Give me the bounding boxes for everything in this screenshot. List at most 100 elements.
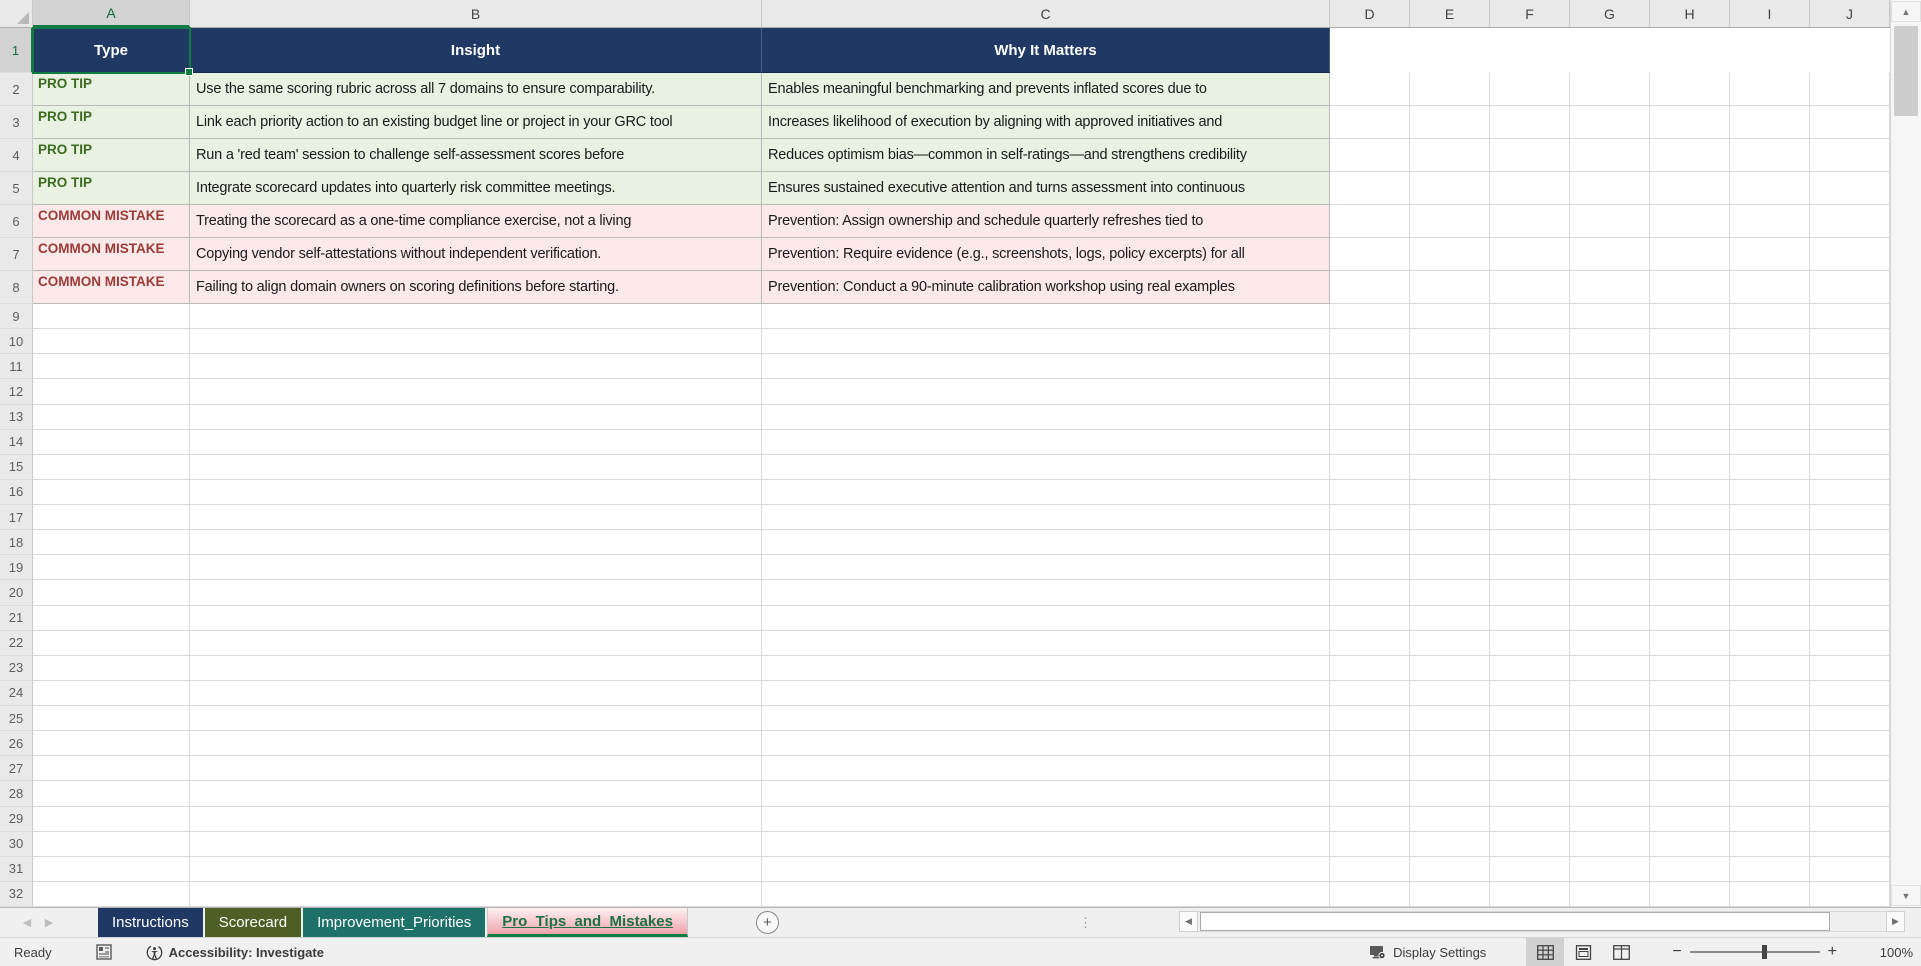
empty-cell[interactable]: [1570, 429, 1650, 455]
empty-cell[interactable]: [33, 329, 190, 355]
empty-cell[interactable]: [1730, 530, 1810, 556]
column-header-h[interactable]: H: [1650, 0, 1730, 27]
tab-improvement-priorities[interactable]: Improvement_Priorities: [303, 908, 486, 937]
empty-cell[interactable]: [1330, 756, 1410, 782]
empty-cell[interactable]: [1650, 454, 1730, 480]
empty-cell[interactable]: [1730, 106, 1810, 139]
empty-cell[interactable]: [1410, 271, 1490, 304]
column-header-i[interactable]: I: [1730, 0, 1810, 27]
empty-cell[interactable]: [1410, 781, 1490, 807]
empty-cell[interactable]: [1490, 172, 1570, 205]
empty-cell[interactable]: [1490, 106, 1570, 139]
accessibility-status[interactable]: Accessibility: Investigate: [146, 944, 324, 961]
column-header-b[interactable]: B: [190, 0, 762, 27]
empty-cell[interactable]: [1570, 781, 1650, 807]
empty-cell[interactable]: [1650, 580, 1730, 606]
empty-cell[interactable]: [1490, 404, 1570, 430]
empty-cell[interactable]: [1330, 73, 1410, 106]
empty-cell[interactable]: [1410, 354, 1490, 380]
empty-cell[interactable]: [1330, 304, 1410, 330]
empty-cell[interactable]: [1490, 655, 1570, 681]
empty-cell[interactable]: [1490, 454, 1570, 480]
empty-cell[interactable]: [1410, 731, 1490, 757]
empty-cell[interactable]: [190, 706, 762, 732]
empty-cell[interactable]: [1810, 429, 1890, 455]
row-header-28[interactable]: 28: [0, 781, 33, 807]
empty-cell[interactable]: [1410, 706, 1490, 732]
empty-cell[interactable]: [1330, 530, 1410, 556]
empty-cell[interactable]: [33, 655, 190, 681]
empty-cell[interactable]: [1650, 731, 1730, 757]
empty-cell[interactable]: [1810, 580, 1890, 606]
empty-cell[interactable]: [762, 454, 1330, 480]
empty-cell[interactable]: [1330, 139, 1410, 172]
empty-cell[interactable]: [1810, 831, 1890, 857]
empty-cell[interactable]: [1490, 139, 1570, 172]
empty-cell[interactable]: [190, 856, 762, 882]
empty-cell[interactable]: [1570, 881, 1650, 907]
tab-splitter-grip[interactable]: ⋮: [1079, 915, 1093, 931]
empty-cell[interactable]: [762, 379, 1330, 405]
empty-cell[interactable]: [1730, 454, 1810, 480]
empty-cell[interactable]: [1650, 429, 1730, 455]
empty-cell[interactable]: [1730, 680, 1810, 706]
empty-cell[interactable]: [762, 680, 1330, 706]
empty-cell[interactable]: [1410, 238, 1490, 271]
column-header-g[interactable]: G: [1570, 0, 1650, 27]
column-header-d[interactable]: D: [1330, 0, 1410, 27]
select-all-button[interactable]: [0, 0, 33, 27]
empty-cell[interactable]: [1730, 881, 1810, 907]
empty-cell[interactable]: [33, 404, 190, 430]
empty-cell[interactable]: [1330, 555, 1410, 581]
empty-cell[interactable]: [1730, 73, 1810, 106]
empty-cell[interactable]: [1730, 756, 1810, 782]
empty-cell[interactable]: [1570, 379, 1650, 405]
cell-type[interactable]: PRO TIP: [33, 73, 190, 106]
empty-cell[interactable]: [1330, 856, 1410, 882]
empty-cell[interactable]: [33, 806, 190, 832]
empty-cell[interactable]: [33, 605, 190, 631]
empty-cell[interactable]: [1330, 172, 1410, 205]
empty-cell[interactable]: [1810, 404, 1890, 430]
empty-cell[interactable]: [1410, 605, 1490, 631]
empty-cell[interactable]: [1730, 379, 1810, 405]
empty-cell[interactable]: [33, 881, 190, 907]
empty-cell[interactable]: [1490, 831, 1570, 857]
empty-cell[interactable]: [1730, 706, 1810, 732]
empty-cell[interactable]: [1810, 271, 1890, 304]
normal-view-button[interactable]: [1526, 938, 1565, 966]
row-header-23[interactable]: 23: [0, 655, 33, 681]
empty-cell[interactable]: [190, 881, 762, 907]
empty-cell[interactable]: [1730, 271, 1810, 304]
empty-cell[interactable]: [762, 329, 1330, 355]
row-header-31[interactable]: 31: [0, 856, 33, 882]
empty-cell[interactable]: [1330, 329, 1410, 355]
empty-cell[interactable]: [1650, 555, 1730, 581]
empty-cell[interactable]: [1330, 655, 1410, 681]
empty-cell[interactable]: [1810, 655, 1890, 681]
row-header-3[interactable]: 3: [0, 106, 33, 139]
tab-pro-tips-and-mistakes[interactable]: Pro_Tips_and_Mistakes: [487, 908, 688, 937]
empty-cell[interactable]: [762, 580, 1330, 606]
empty-cell[interactable]: [1490, 856, 1570, 882]
empty-cell[interactable]: [762, 856, 1330, 882]
empty-cell[interactable]: [1650, 806, 1730, 832]
empty-cell[interactable]: [190, 479, 762, 505]
empty-cell[interactable]: [1730, 731, 1810, 757]
empty-cell[interactable]: [1650, 106, 1730, 139]
row-header-19[interactable]: 19: [0, 555, 33, 581]
empty-cell[interactable]: [762, 731, 1330, 757]
vertical-scrollbar[interactable]: ▲ ▼: [1890, 0, 1921, 907]
empty-cell[interactable]: [1410, 479, 1490, 505]
new-sheet-icon[interactable]: +: [755, 911, 779, 934]
empty-cell[interactable]: [1730, 329, 1810, 355]
empty-cell[interactable]: [1650, 139, 1730, 172]
empty-cell[interactable]: [1650, 706, 1730, 732]
cell-why[interactable]: Prevention: Conduct a 90-minute calibrat…: [762, 271, 1330, 304]
empty-cell[interactable]: [762, 756, 1330, 782]
empty-cell[interactable]: [1650, 354, 1730, 380]
empty-cell[interactable]: [1570, 731, 1650, 757]
empty-cell[interactable]: [762, 505, 1330, 531]
cell-insight[interactable]: Copying vendor self-attestations without…: [190, 238, 762, 271]
empty-cell[interactable]: [1330, 106, 1410, 139]
